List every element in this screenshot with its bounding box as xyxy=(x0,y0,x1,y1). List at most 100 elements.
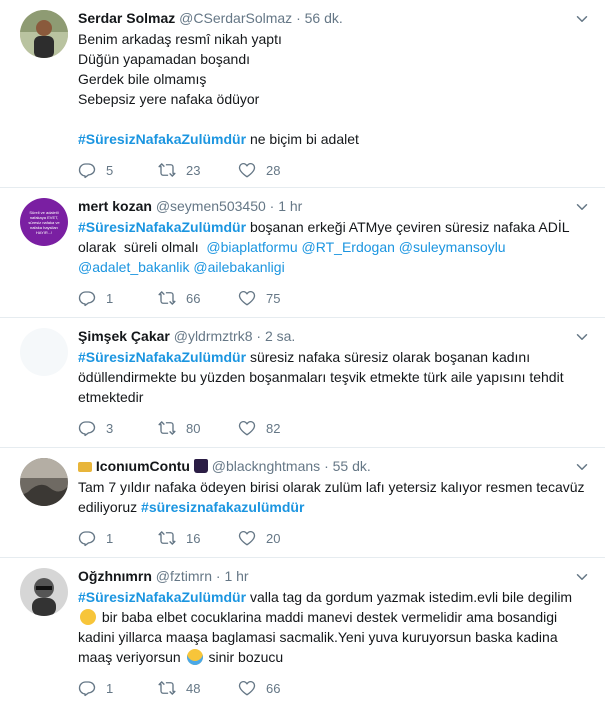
like-button[interactable]: 75 xyxy=(238,289,318,307)
user-handle[interactable]: @seymen503450 xyxy=(156,198,266,214)
heart-icon xyxy=(238,161,256,179)
user-handle[interactable]: @CSerdarSolmaz xyxy=(179,10,292,26)
user-handle[interactable]: @yldrmztrk8 xyxy=(174,328,253,344)
hashtag-link[interactable]: #SüresizNafakaZulümdür xyxy=(78,349,246,365)
text-segment: valla tag da gordum yazmak istedim.evli … xyxy=(246,589,573,605)
display-name[interactable]: IconıumContu xyxy=(96,458,190,474)
avatar[interactable] xyxy=(20,568,68,616)
tweet-text: #SüresizNafakaZulümdür valla tag da gord… xyxy=(78,587,585,667)
display-name[interactable]: Serdar Solmaz xyxy=(78,10,175,26)
display-name[interactable]: Oğzhnımrn xyxy=(78,568,152,584)
text-segment: ne biçim bi adalet xyxy=(246,131,359,147)
avatar-caption: Süreli ve adaletli nafakaya EVET, süresi… xyxy=(28,209,60,235)
retweet-icon xyxy=(158,419,176,437)
reply-button[interactable]: 1 xyxy=(78,289,158,307)
like-button[interactable]: 28 xyxy=(238,161,318,179)
retweet-button[interactable]: 16 xyxy=(158,529,238,547)
tweet[interactable]: Şimşek Çakar @yldrmztrk8 · 2 sa. #Süresi… xyxy=(0,318,605,448)
tweet-text: Tam 7 yıldır nafaka ödeyen birisi olarak… xyxy=(78,477,585,517)
avatar-photo xyxy=(20,458,68,506)
tears-of-joy-emoji-icon xyxy=(186,649,203,665)
retweet-button[interactable]: 23 xyxy=(158,161,238,179)
separator: · xyxy=(324,458,329,474)
tweet-text: #SüresizNafakaZulümdür boşanan erkeği AT… xyxy=(78,217,585,277)
like-button[interactable]: 66 xyxy=(238,679,318,697)
reply-button[interactable]: 5 xyxy=(78,161,158,179)
retweet-icon xyxy=(158,289,176,307)
mention-link[interactable]: @RT_Erdogan xyxy=(302,239,395,255)
display-name[interactable]: Şimşek Çakar xyxy=(78,328,170,344)
text-line: Düğün yapamadan boşandı xyxy=(78,51,251,67)
mention-link[interactable]: @ailebakanligi xyxy=(193,259,284,275)
chevron-down-icon[interactable] xyxy=(573,10,591,28)
reply-count: 1 xyxy=(106,680,114,696)
timestamp[interactable]: 2 sa. xyxy=(265,328,295,344)
text-line: Gerdek bile olmamış xyxy=(78,71,207,87)
reply-icon xyxy=(78,419,96,437)
reply-icon xyxy=(78,529,96,547)
tweet[interactable]: Süreli ve adaletli nafakaya EVET, süresi… xyxy=(0,188,605,318)
hashtag-link[interactable]: #SüresizNafakaZulümdür xyxy=(78,219,246,235)
avatar[interactable]: Süreli ve adaletli nafakaya EVET, süresi… xyxy=(20,198,68,246)
heart-icon xyxy=(238,679,256,697)
top-hat-emoji-icon xyxy=(193,459,208,473)
avatar[interactable] xyxy=(20,458,68,506)
mention-link[interactable]: @biaplatformu xyxy=(206,239,297,255)
like-button[interactable]: 20 xyxy=(238,529,318,547)
user-handle[interactable]: @blacknghtmans xyxy=(212,458,320,474)
retweet-count: 66 xyxy=(186,290,201,306)
avatar[interactable] xyxy=(20,10,68,58)
like-count: 66 xyxy=(266,680,281,696)
reply-icon xyxy=(78,289,96,307)
hashtag-link[interactable]: #SüresizNafakaZulümdür xyxy=(78,131,246,147)
like-button[interactable]: 82 xyxy=(238,419,318,437)
text-line: Benim arkadaş resmî nikah yaptı xyxy=(78,31,282,47)
reply-button[interactable]: 3 xyxy=(78,419,158,437)
chevron-down-icon[interactable] xyxy=(573,568,591,586)
chevron-down-icon[interactable] xyxy=(573,328,591,346)
retweet-icon xyxy=(158,679,176,697)
retweet-button[interactable]: 80 xyxy=(158,419,238,437)
reply-count: 3 xyxy=(106,420,114,436)
reply-count: 1 xyxy=(106,530,114,546)
retweet-button[interactable]: 66 xyxy=(158,289,238,307)
tweet[interactable]: Serdar Solmaz @CSerdarSolmaz · 56 dk. Be… xyxy=(0,0,605,188)
reply-icon xyxy=(78,679,96,697)
timestamp[interactable]: 55 dk. xyxy=(333,458,371,474)
avatar[interactable] xyxy=(20,328,68,376)
avatar-photo xyxy=(20,10,68,58)
heart-icon xyxy=(238,419,256,437)
like-count: 82 xyxy=(266,420,281,436)
text-line: Sebepsiz yere nafaka ödüyor xyxy=(78,91,260,107)
tweet[interactable]: IconıumContu @blacknghtmans · 55 dk. Tam… xyxy=(0,448,605,558)
retweet-icon xyxy=(158,529,176,547)
retweet-count: 80 xyxy=(186,420,201,436)
timestamp[interactable]: 56 dk. xyxy=(305,10,343,26)
avatar-photo xyxy=(20,568,68,616)
retweet-button[interactable]: 48 xyxy=(158,679,238,697)
separator: · xyxy=(215,568,221,584)
separator: · xyxy=(256,328,262,344)
heart-icon xyxy=(238,289,256,307)
timestamp[interactable]: 1 hr xyxy=(278,198,302,214)
reply-button[interactable]: 1 xyxy=(78,679,158,697)
retweet-count: 16 xyxy=(186,530,201,546)
reply-button[interactable]: 1 xyxy=(78,529,158,547)
mention-link[interactable]: @adalet_bakanlik xyxy=(78,259,190,275)
chevron-down-icon[interactable] xyxy=(573,458,591,476)
tweet-text: Benim arkadaş resmî nikah yaptı Düğün yap… xyxy=(78,29,585,149)
tweet[interactable]: Oğzhnımrn @fztimrn · 1 hr #SüresizNafaka… xyxy=(0,558,605,708)
retweet-count: 48 xyxy=(186,680,201,696)
hashtag-link[interactable]: #süresiznafakazulümdür xyxy=(141,499,304,515)
text-segment: bir baba elbet cocuklarina maddi manevi … xyxy=(78,609,558,665)
chevron-down-icon[interactable] xyxy=(573,198,591,216)
like-count: 75 xyxy=(266,290,281,306)
reply-icon xyxy=(78,161,96,179)
user-handle[interactable]: @fztimrn xyxy=(156,568,212,584)
timestamp[interactable]: 1 hr xyxy=(224,568,248,584)
mention-link[interactable]: @suleymansoylu xyxy=(399,239,506,255)
display-name[interactable]: mert kozan xyxy=(78,198,152,214)
hashtag-link[interactable]: #SüresizNafakaZulümdür xyxy=(78,589,246,605)
separator: · xyxy=(296,10,301,26)
like-count: 20 xyxy=(266,530,281,546)
